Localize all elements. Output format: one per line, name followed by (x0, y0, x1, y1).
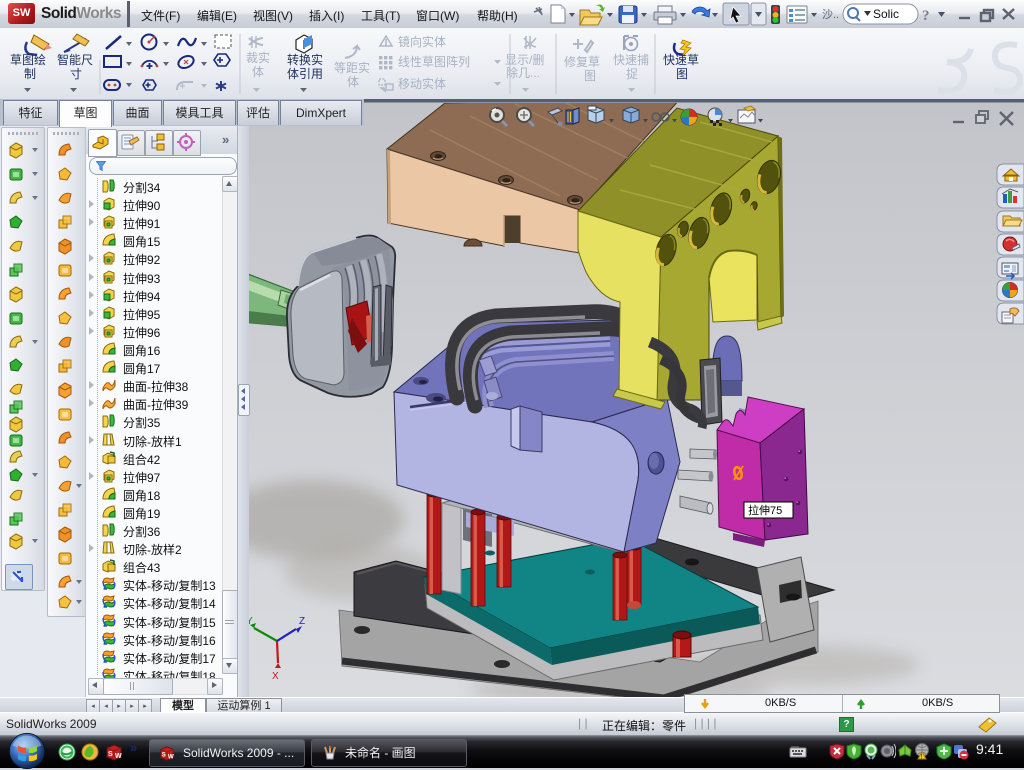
svg-text:S: S (162, 752, 166, 759)
svg-text:修复草: 修复草 (564, 54, 600, 69)
svg-text:显示/删: 显示/删 (505, 53, 544, 67)
svg-text:Solic: Solic (873, 7, 899, 21)
svg-text:快速草: 快速草 (663, 53, 699, 67)
svg-text:等距实: 等距实 (334, 60, 370, 75)
svg-text:线性草图阵列: 线性草图阵列 (398, 55, 470, 69)
svg-text:寸: 寸 (70, 67, 82, 81)
svg-text:快速捕: 快速捕 (613, 52, 649, 67)
svg-text:体: 体 (252, 65, 264, 79)
svg-text:除几...: 除几... (506, 65, 540, 80)
svg-text:镜向实体: 镜向实体 (398, 34, 446, 49)
svg-text:xxxx: xxxx (791, 744, 799, 749)
svg-text:图: 图 (676, 67, 688, 81)
svg-text:沙..: 沙.. (822, 8, 839, 21)
svg-text:?: ? (922, 8, 930, 24)
svg-text:图: 图 (584, 69, 596, 83)
svg-text:草图绘: 草图绘 (10, 52, 46, 67)
svg-text:体: 体 (347, 75, 359, 89)
svg-text:W: W (168, 753, 174, 760)
svg-text:智能尺: 智能尺 (57, 52, 93, 67)
svg-text:S: S (108, 751, 113, 758)
svg-text:转换实: 转换实 (287, 52, 323, 67)
svg-text:W: W (115, 753, 122, 760)
svg-text:制: 制 (24, 67, 36, 81)
svg-text:拉伸75: 拉伸75 (748, 503, 782, 517)
svg-text:裁实: 裁实 (246, 50, 270, 65)
svg-text:捉: 捉 (626, 66, 638, 81)
svg-text:移动实体: 移动实体 (398, 76, 446, 91)
svg-text:体引用: 体引用 (287, 67, 323, 81)
